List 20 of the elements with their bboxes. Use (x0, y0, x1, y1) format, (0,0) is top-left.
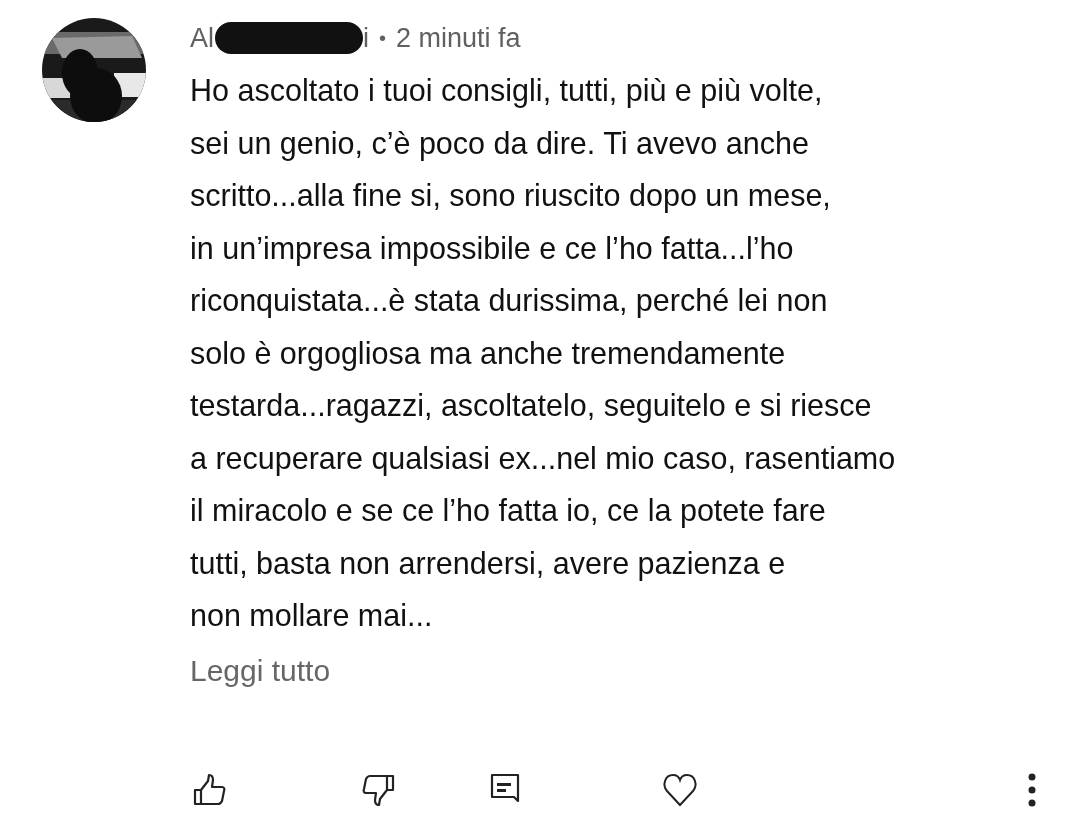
comment-text: solo è orgogliosa ma anche tremendamente (190, 334, 787, 373)
comment-text: Ho ascoltato i tuoi consigli, tutti, più e più volte, (190, 72, 824, 110)
comment-text: in un’impresa impossibile e ce l’ho fatta...l’ho (190, 229, 795, 268)
thumbs-down-icon[interactable] (360, 772, 396, 808)
heart-icon[interactable] (662, 772, 698, 808)
comment-text: riconquistata...è stata durissima, perché lei non (190, 282, 829, 320)
author-name[interactable]: Al (190, 22, 214, 54)
timestamp: 2 minuti fa (396, 22, 521, 54)
read-more-link[interactable]: Leggi tutto (190, 645, 331, 696)
more-icon[interactable] (1027, 772, 1037, 808)
comment-text: scritto...alla fine si, sono riuscito dopo un mese, (190, 177, 832, 215)
comment-text: testarda...ragazzi, ascoltatelo, seguitelo e si riesce (190, 387, 873, 425)
author-name[interactable]: i (363, 22, 369, 54)
thumbs-up-icon[interactable] (192, 772, 228, 808)
separator: • (379, 26, 387, 50)
comment-text: sei un genio, c’è poco da dire. Ti avevo anche (190, 124, 810, 163)
comment-text: non mollare mai... (190, 597, 434, 634)
comment-text: il miracolo e se ce l’ho fatta io, ce la potete fare (190, 492, 827, 530)
comment-text: a recuperare qualsiasi ex...nel mio caso, rasentiamo (190, 439, 896, 478)
comment-text: tutti, basta non arrendersi, avere pazienza e (190, 544, 787, 583)
